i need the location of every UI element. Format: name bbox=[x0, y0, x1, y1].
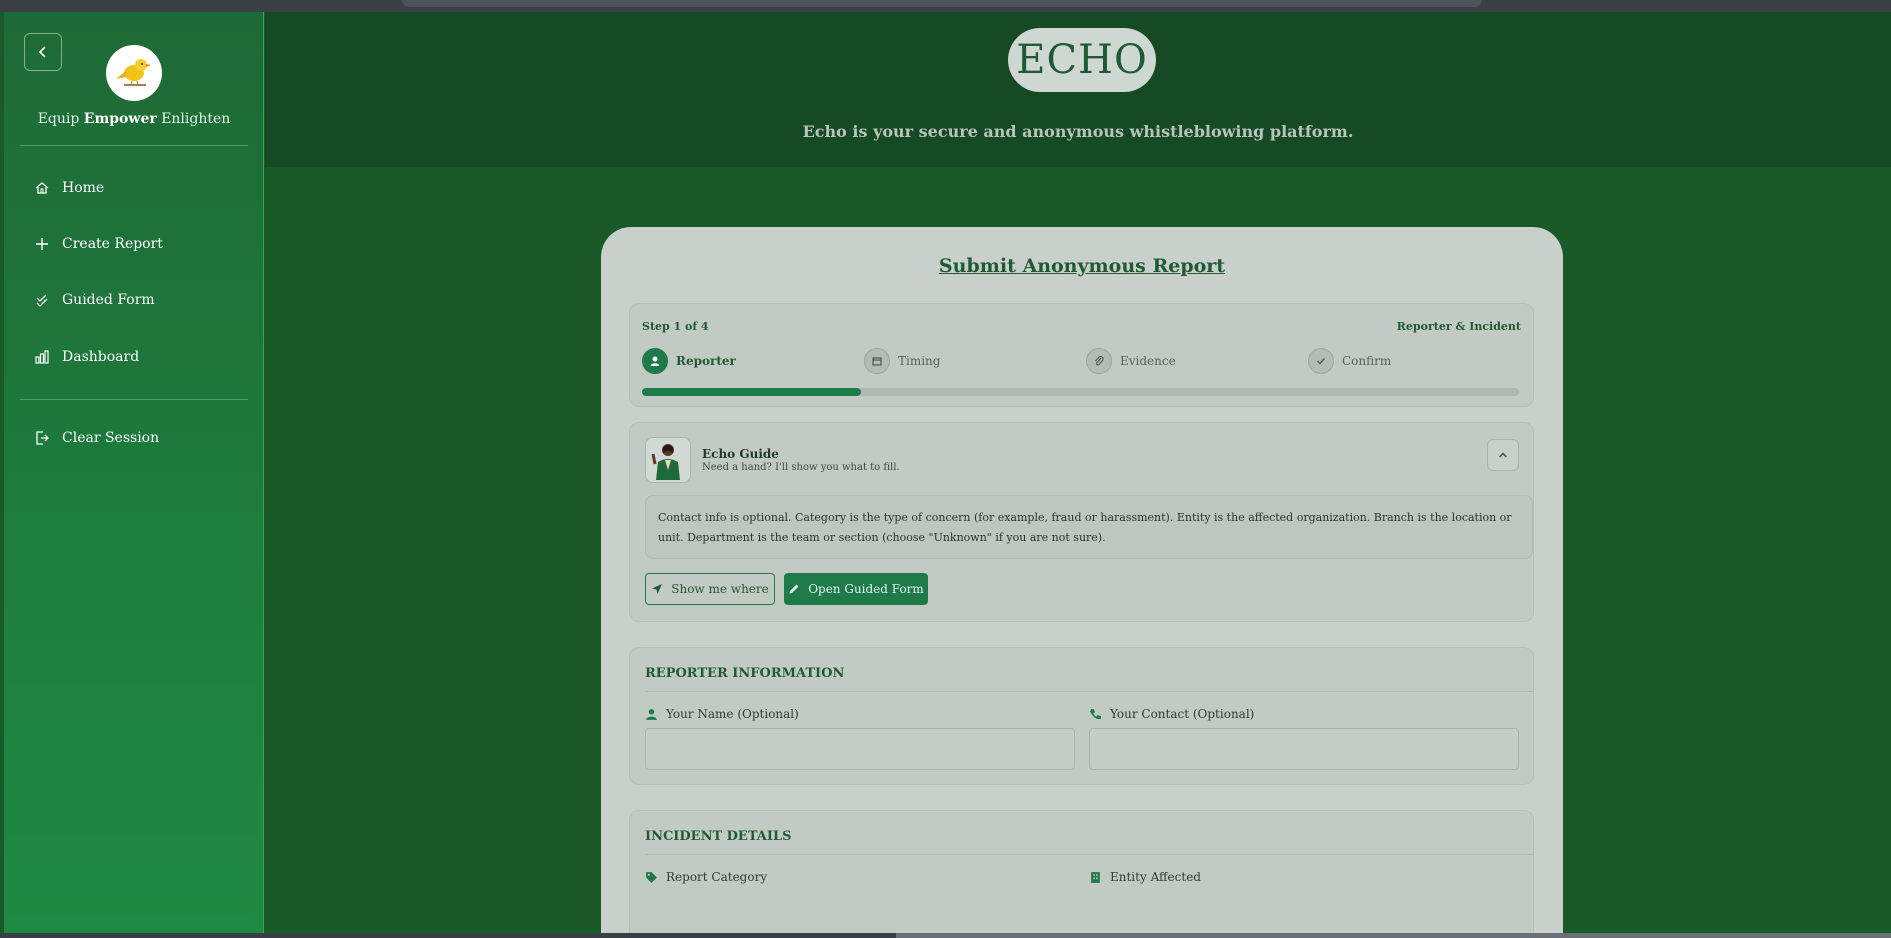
category-field-label: Report Category bbox=[645, 870, 767, 884]
collapse-sidebar-button[interactable] bbox=[24, 33, 62, 71]
brand-logo: ECHO bbox=[1008, 28, 1156, 92]
name-field-label: Your Name (Optional) bbox=[645, 707, 799, 721]
page-title: Submit Anonymous Report bbox=[938, 255, 1226, 277]
sidebar-item-label: Dashboard bbox=[62, 349, 140, 365]
stepper-panel: Step 1 of 4 Reporter & Incident Reporter… bbox=[629, 303, 1534, 407]
step-name: Reporter & Incident bbox=[1396, 320, 1521, 333]
brand-name: ECHO bbox=[1016, 37, 1148, 83]
step-label: Confirm bbox=[1342, 354, 1392, 368]
chart-bars-icon bbox=[35, 350, 49, 364]
sidebar-divider bbox=[20, 145, 248, 146]
guide-avatar bbox=[645, 437, 691, 483]
step-timing[interactable]: Timing bbox=[864, 348, 940, 374]
section-divider bbox=[645, 691, 1533, 692]
pencil-icon bbox=[789, 584, 799, 594]
canary-bird-icon bbox=[116, 59, 151, 86]
entity-field-label: Entity Affected bbox=[1089, 870, 1201, 884]
user-icon bbox=[646, 708, 657, 720]
tag-icon bbox=[646, 871, 657, 883]
guide-name: Echo Guide bbox=[702, 447, 779, 461]
step-label: Evidence bbox=[1120, 354, 1176, 368]
label-text: Your Contact (Optional) bbox=[1110, 707, 1255, 721]
sidebar-item-home[interactable]: Home bbox=[34, 180, 104, 196]
sidebar: Equip Empower Enlighten Home Create Repo… bbox=[4, 12, 264, 933]
guide-help-text: Contact info is optional. Category is th… bbox=[645, 495, 1533, 559]
sidebar-item-label: Guided Form bbox=[62, 292, 155, 308]
sidebar-item-label: Clear Session bbox=[62, 430, 160, 446]
header-subtitle: Echo is your secure and anonymous whistl… bbox=[802, 122, 1354, 141]
step-evidence[interactable]: Evidence bbox=[1086, 348, 1176, 374]
step-confirm[interactable]: Confirm bbox=[1308, 348, 1391, 374]
sidebar-item-label: Home bbox=[62, 180, 105, 196]
plus-icon bbox=[36, 238, 48, 250]
home-icon bbox=[35, 182, 49, 194]
step-label: Timing bbox=[898, 354, 941, 368]
sidebar-item-guided-form[interactable]: Guided Form bbox=[34, 292, 155, 308]
echo-guide-panel: Echo Guide Need a hand? I'll show you wh… bbox=[629, 422, 1534, 622]
user-icon bbox=[642, 348, 668, 374]
show-me-where-button[interactable]: Show me where bbox=[645, 573, 775, 605]
sidebar-item-dashboard[interactable]: Dashboard bbox=[34, 349, 139, 365]
section-title: INCIDENT DETAILS bbox=[645, 829, 792, 844]
tagline: Equip Empower Enlighten bbox=[37, 111, 231, 127]
name-input[interactable] bbox=[645, 728, 1075, 770]
step-progress-fill bbox=[642, 388, 862, 396]
step-reporter[interactable]: Reporter bbox=[642, 348, 736, 374]
browser-top-strip bbox=[0, 0, 1891, 12]
double-check-icon bbox=[36, 294, 48, 307]
sidebar-item-label: Create Report bbox=[62, 236, 163, 252]
main-header: ECHO Echo is your secure and anonymous w… bbox=[265, 12, 1891, 167]
calendar-icon bbox=[864, 348, 890, 374]
scrollbar-thumb[interactable] bbox=[896, 933, 1891, 938]
label-text: Entity Affected bbox=[1110, 870, 1201, 884]
browser-address-bar bbox=[402, 0, 1482, 7]
step-label: Reporter bbox=[676, 354, 736, 368]
location-arrow-icon bbox=[652, 584, 663, 594]
incident-details-section: INCIDENT DETAILS Report Category Entity … bbox=[629, 810, 1534, 933]
sidebar-item-clear-session[interactable]: Clear Session bbox=[34, 430, 159, 446]
button-label: Open Guided Form bbox=[808, 582, 924, 596]
check-icon bbox=[1308, 348, 1334, 374]
label-text: Report Category bbox=[666, 870, 768, 884]
section-divider bbox=[645, 854, 1533, 855]
step-counter: Step 1 of 4 bbox=[642, 320, 709, 333]
label-text: Your Name (Optional) bbox=[666, 707, 799, 721]
guide-subtitle: Need a hand? I'll show you what to fill. bbox=[702, 462, 900, 473]
building-icon bbox=[1091, 871, 1100, 883]
contact-field-label: Your Contact (Optional) bbox=[1089, 707, 1254, 721]
chevron-up-icon bbox=[1499, 452, 1507, 458]
chevron-left-icon bbox=[38, 46, 46, 58]
logo bbox=[106, 45, 162, 101]
guide-person-icon bbox=[651, 444, 680, 480]
horizontal-scrollbar[interactable] bbox=[0, 933, 1891, 938]
sidebar-divider bbox=[20, 399, 248, 400]
report-card: Submit Anonymous Report Step 1 of 4 Repo… bbox=[601, 227, 1563, 933]
step-progress-bar bbox=[642, 388, 1519, 396]
open-guided-form-button[interactable]: Open Guided Form bbox=[784, 573, 928, 605]
sidebar-item-create-report[interactable]: Create Report bbox=[34, 236, 163, 252]
collapse-guide-button[interactable] bbox=[1487, 439, 1519, 471]
reporter-information-section: REPORTER INFORMATION Your Name (Optional… bbox=[629, 647, 1534, 785]
button-label: Show me where bbox=[671, 582, 769, 596]
paperclip-icon bbox=[1086, 348, 1112, 374]
contact-input[interactable] bbox=[1089, 728, 1519, 770]
phone-icon bbox=[1090, 708, 1101, 719]
section-title: REPORTER INFORMATION bbox=[645, 666, 845, 681]
sign-out-icon bbox=[36, 431, 49, 445]
